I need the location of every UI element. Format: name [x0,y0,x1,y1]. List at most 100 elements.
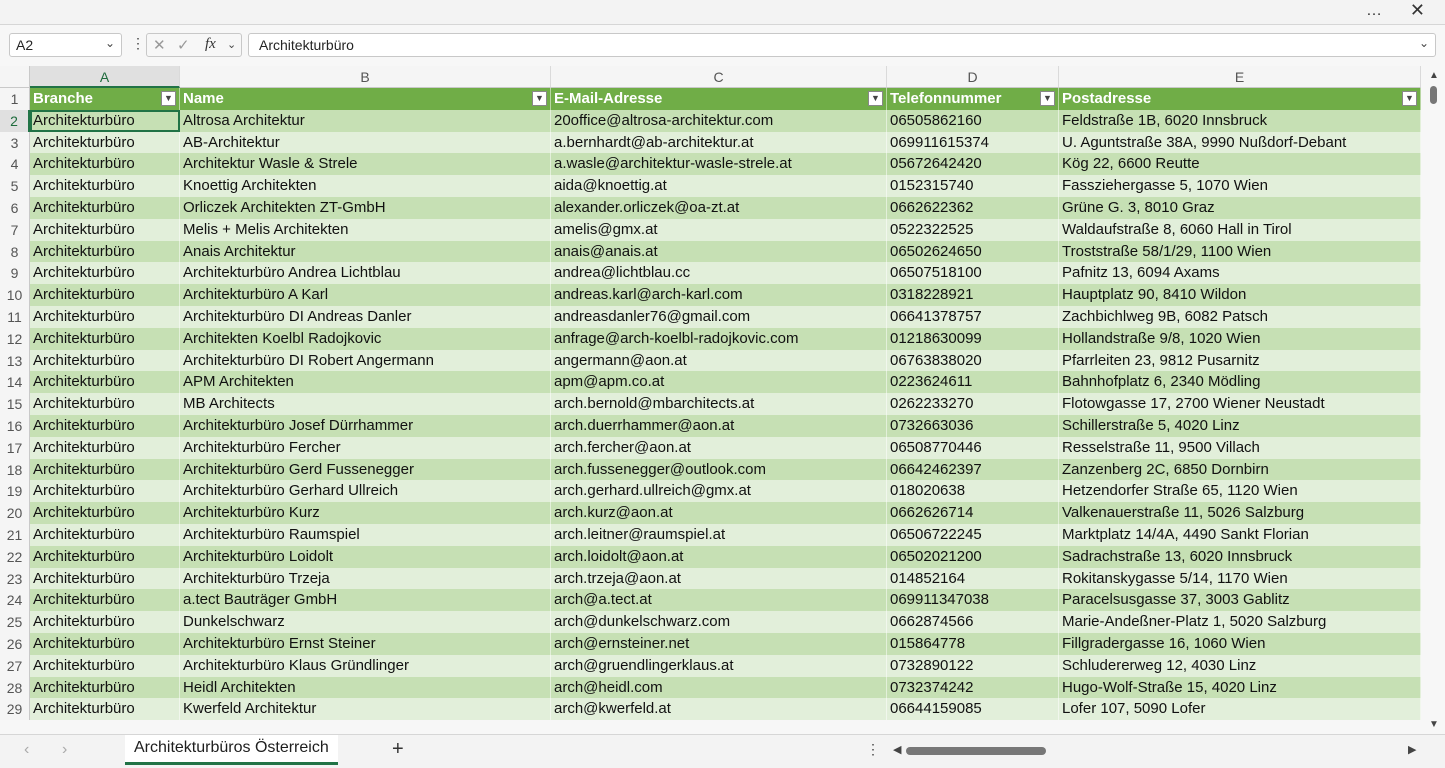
cell-email[interactable]: arch@a.tect.at [551,589,887,612]
cell-postadresse[interactable]: Zachbichlweg 9B, 6082 Patsch [1059,306,1421,328]
cell-email[interactable]: andreasdanler76@gmail.com [551,306,887,328]
cell-branche[interactable]: Architekturbüro [30,502,180,524]
cell-email[interactable]: angermann@aon.at [551,349,887,372]
cell-email[interactable]: andreas.karl@arch-karl.com [551,284,887,306]
row-number[interactable]: 26 [0,633,30,655]
cell-email[interactable]: arch@kwerfeld.at [551,698,887,721]
cell-branche[interactable]: Architekturbüro [30,371,180,394]
cell-name[interactable]: Melis + Melis Architekten [180,218,551,241]
column-header-b[interactable]: B [180,66,551,88]
cell-postadresse[interactable]: U. Aguntstraße 38A, 9990 Nußdorf-Debant [1059,131,1421,154]
cell-postadresse[interactable]: Paracelsusgasse 37, 3003 Gablitz [1059,589,1421,612]
cell-postadresse[interactable]: Rokitanskygasse 5/14, 1170 Wien [1059,567,1421,590]
cell-branche[interactable]: Architekturbüro [30,654,180,677]
cell-email[interactable]: alexander.orliczek@oa-zt.at [551,197,887,219]
cell-name[interactable]: AB-Architektur [180,131,551,154]
row-number[interactable]: 15 [0,393,30,415]
cell-telefon[interactable]: 06506722245 [887,524,1059,546]
cell-name[interactable]: APM Architekten [180,371,551,394]
cell-branche[interactable]: Architekturbüro [30,175,180,197]
cell-telefon[interactable]: 015864778 [887,633,1059,655]
cell-name[interactable]: Architekturbüro Josef Dürrhammer [180,415,551,437]
cell-telefon[interactable]: 06642462397 [887,458,1059,481]
cell-telefon[interactable]: 06505862160 [887,109,1059,132]
row-number[interactable]: 13 [0,349,30,372]
scroll-thumb[interactable] [1430,86,1437,104]
cell-branche[interactable]: Architekturbüro [30,480,180,503]
cell-email[interactable]: aida@knoettig.at [551,175,887,197]
cell-telefon[interactable]: 06502021200 [887,545,1059,568]
cell-branche[interactable]: Architekturbüro [30,415,180,437]
row-number[interactable]: 17 [0,436,30,459]
cell-branche[interactable]: Architekturbüro [30,262,180,285]
cell-email[interactable]: arch@heidl.com [551,676,887,699]
cell-name[interactable]: Architekturbüro Kurz [180,502,551,524]
cell-email[interactable]: 20office@altrosa-architektur.com [551,109,887,132]
cell-email[interactable]: a.wasle@architektur-wasle-strele.at [551,153,887,176]
row-number[interactable]: 22 [0,545,30,568]
cell-telefon[interactable]: 01218630099 [887,327,1059,350]
cell-name[interactable]: Anais Architektur [180,240,551,263]
cell-branche[interactable]: Architekturbüro [30,458,180,481]
cell-postadresse[interactable]: Kög 22, 6600 Reutte [1059,153,1421,176]
cell-email[interactable]: arch.duerrhammer@aon.at [551,415,887,437]
cell-email[interactable]: apm@apm.co.at [551,371,887,394]
cell-name[interactable]: Architekturbüro Raumspiel [180,524,551,546]
cell-postadresse[interactable]: Valkenauerstraße 11, 5026 Salzburg [1059,502,1421,524]
cell-postadresse[interactable]: Fillgradergasse 16, 1060 Wien [1059,633,1421,655]
cell-postadresse[interactable]: Lofer 107, 5090 Lofer [1059,698,1421,721]
expand-formula-icon[interactable]: ⌄ [1419,36,1429,50]
cell-branche[interactable]: Architekturbüro [30,153,180,176]
fx-icon[interactable]: fx [205,36,216,53]
cell-branche[interactable]: Architekturbüro [30,545,180,568]
row-number[interactable]: 9 [0,262,30,285]
column-header-e[interactable]: E [1059,66,1421,88]
cell-branche[interactable]: Architekturbüro [30,676,180,699]
cell-postadresse[interactable]: Waldaufstraße 8, 6060 Hall in Tirol [1059,218,1421,241]
cell-email[interactable]: arch@ernsteiner.net [551,633,887,655]
close-icon[interactable]: ✕ [1410,0,1425,21]
cell-email[interactable]: andrea@lichtblau.cc [551,262,887,285]
cell-email[interactable]: arch.gerhard.ullreich@gmx.at [551,480,887,503]
cell-branche[interactable]: Architekturbüro [30,327,180,350]
cell-email[interactable]: arch@dunkelschwarz.com [551,611,887,633]
column-header-d[interactable]: D [887,66,1059,88]
cell-name[interactable]: Architekturbüro Trzeja [180,567,551,590]
cell-email[interactable]: arch.leitner@raumspiel.at [551,524,887,546]
next-sheet-icon[interactable]: › [62,741,67,759]
cell-branche[interactable]: Architekturbüro [30,240,180,263]
row-number[interactable]: 2 [0,109,30,132]
row-number[interactable]: 10 [0,284,30,306]
header-cell-name[interactable]: Name ▼ [180,88,551,110]
cell-email[interactable]: arch.fussenegger@outlook.com [551,458,887,481]
row-number[interactable]: 6 [0,197,30,219]
cell-telefon[interactable]: 0732890122 [887,654,1059,677]
cell-postadresse[interactable]: Flotowgasse 17, 2700 Wiener Neustadt [1059,393,1421,415]
cell-telefon[interactable]: 06502624650 [887,240,1059,263]
cell-postadresse[interactable]: Zanzenberg 2C, 6850 Dornbirn [1059,458,1421,481]
header-cell-postadresse[interactable]: Postadresse ▼ [1059,88,1421,110]
cell-name[interactable]: Dunkelschwarz [180,611,551,633]
column-header-a[interactable]: A [30,66,180,88]
cell-postadresse[interactable]: Pafnitz 13, 6094 Axams [1059,262,1421,285]
cell-telefon[interactable]: 069911615374 [887,131,1059,154]
cell-postadresse[interactable]: Grüne G. 3, 8010 Graz [1059,197,1421,219]
row-number[interactable]: 1 [0,88,30,110]
select-all-corner[interactable] [0,66,30,88]
cell-branche[interactable]: Architekturbüro [30,524,180,546]
cell-name[interactable]: Architekturbüro A Karl [180,284,551,306]
cell-name[interactable]: Architekturbüro Andrea Lichtblau [180,262,551,285]
cell-telefon[interactable]: 0522322525 [887,218,1059,241]
row-number[interactable]: 8 [0,240,30,263]
cell-name[interactable]: Architekturbüro Gerd Fussenegger [180,458,551,481]
cell-name[interactable]: Architekturbüro Ernst Steiner [180,633,551,655]
name-box[interactable]: A2 ⌄ [9,33,122,57]
cell-postadresse[interactable]: Sadrachstraße 13, 6020 Innsbruck [1059,545,1421,568]
cell-email[interactable]: a.bernhardt@ab-architektur.at [551,131,887,154]
check-icon[interactable]: ✓ [177,36,190,54]
cell-branche[interactable]: Architekturbüro [30,349,180,372]
cell-branche[interactable]: Architekturbüro [30,698,180,721]
row-number[interactable]: 12 [0,327,30,350]
cell-telefon[interactable]: 05672642420 [887,153,1059,176]
cell-branche[interactable]: Architekturbüro [30,633,180,655]
